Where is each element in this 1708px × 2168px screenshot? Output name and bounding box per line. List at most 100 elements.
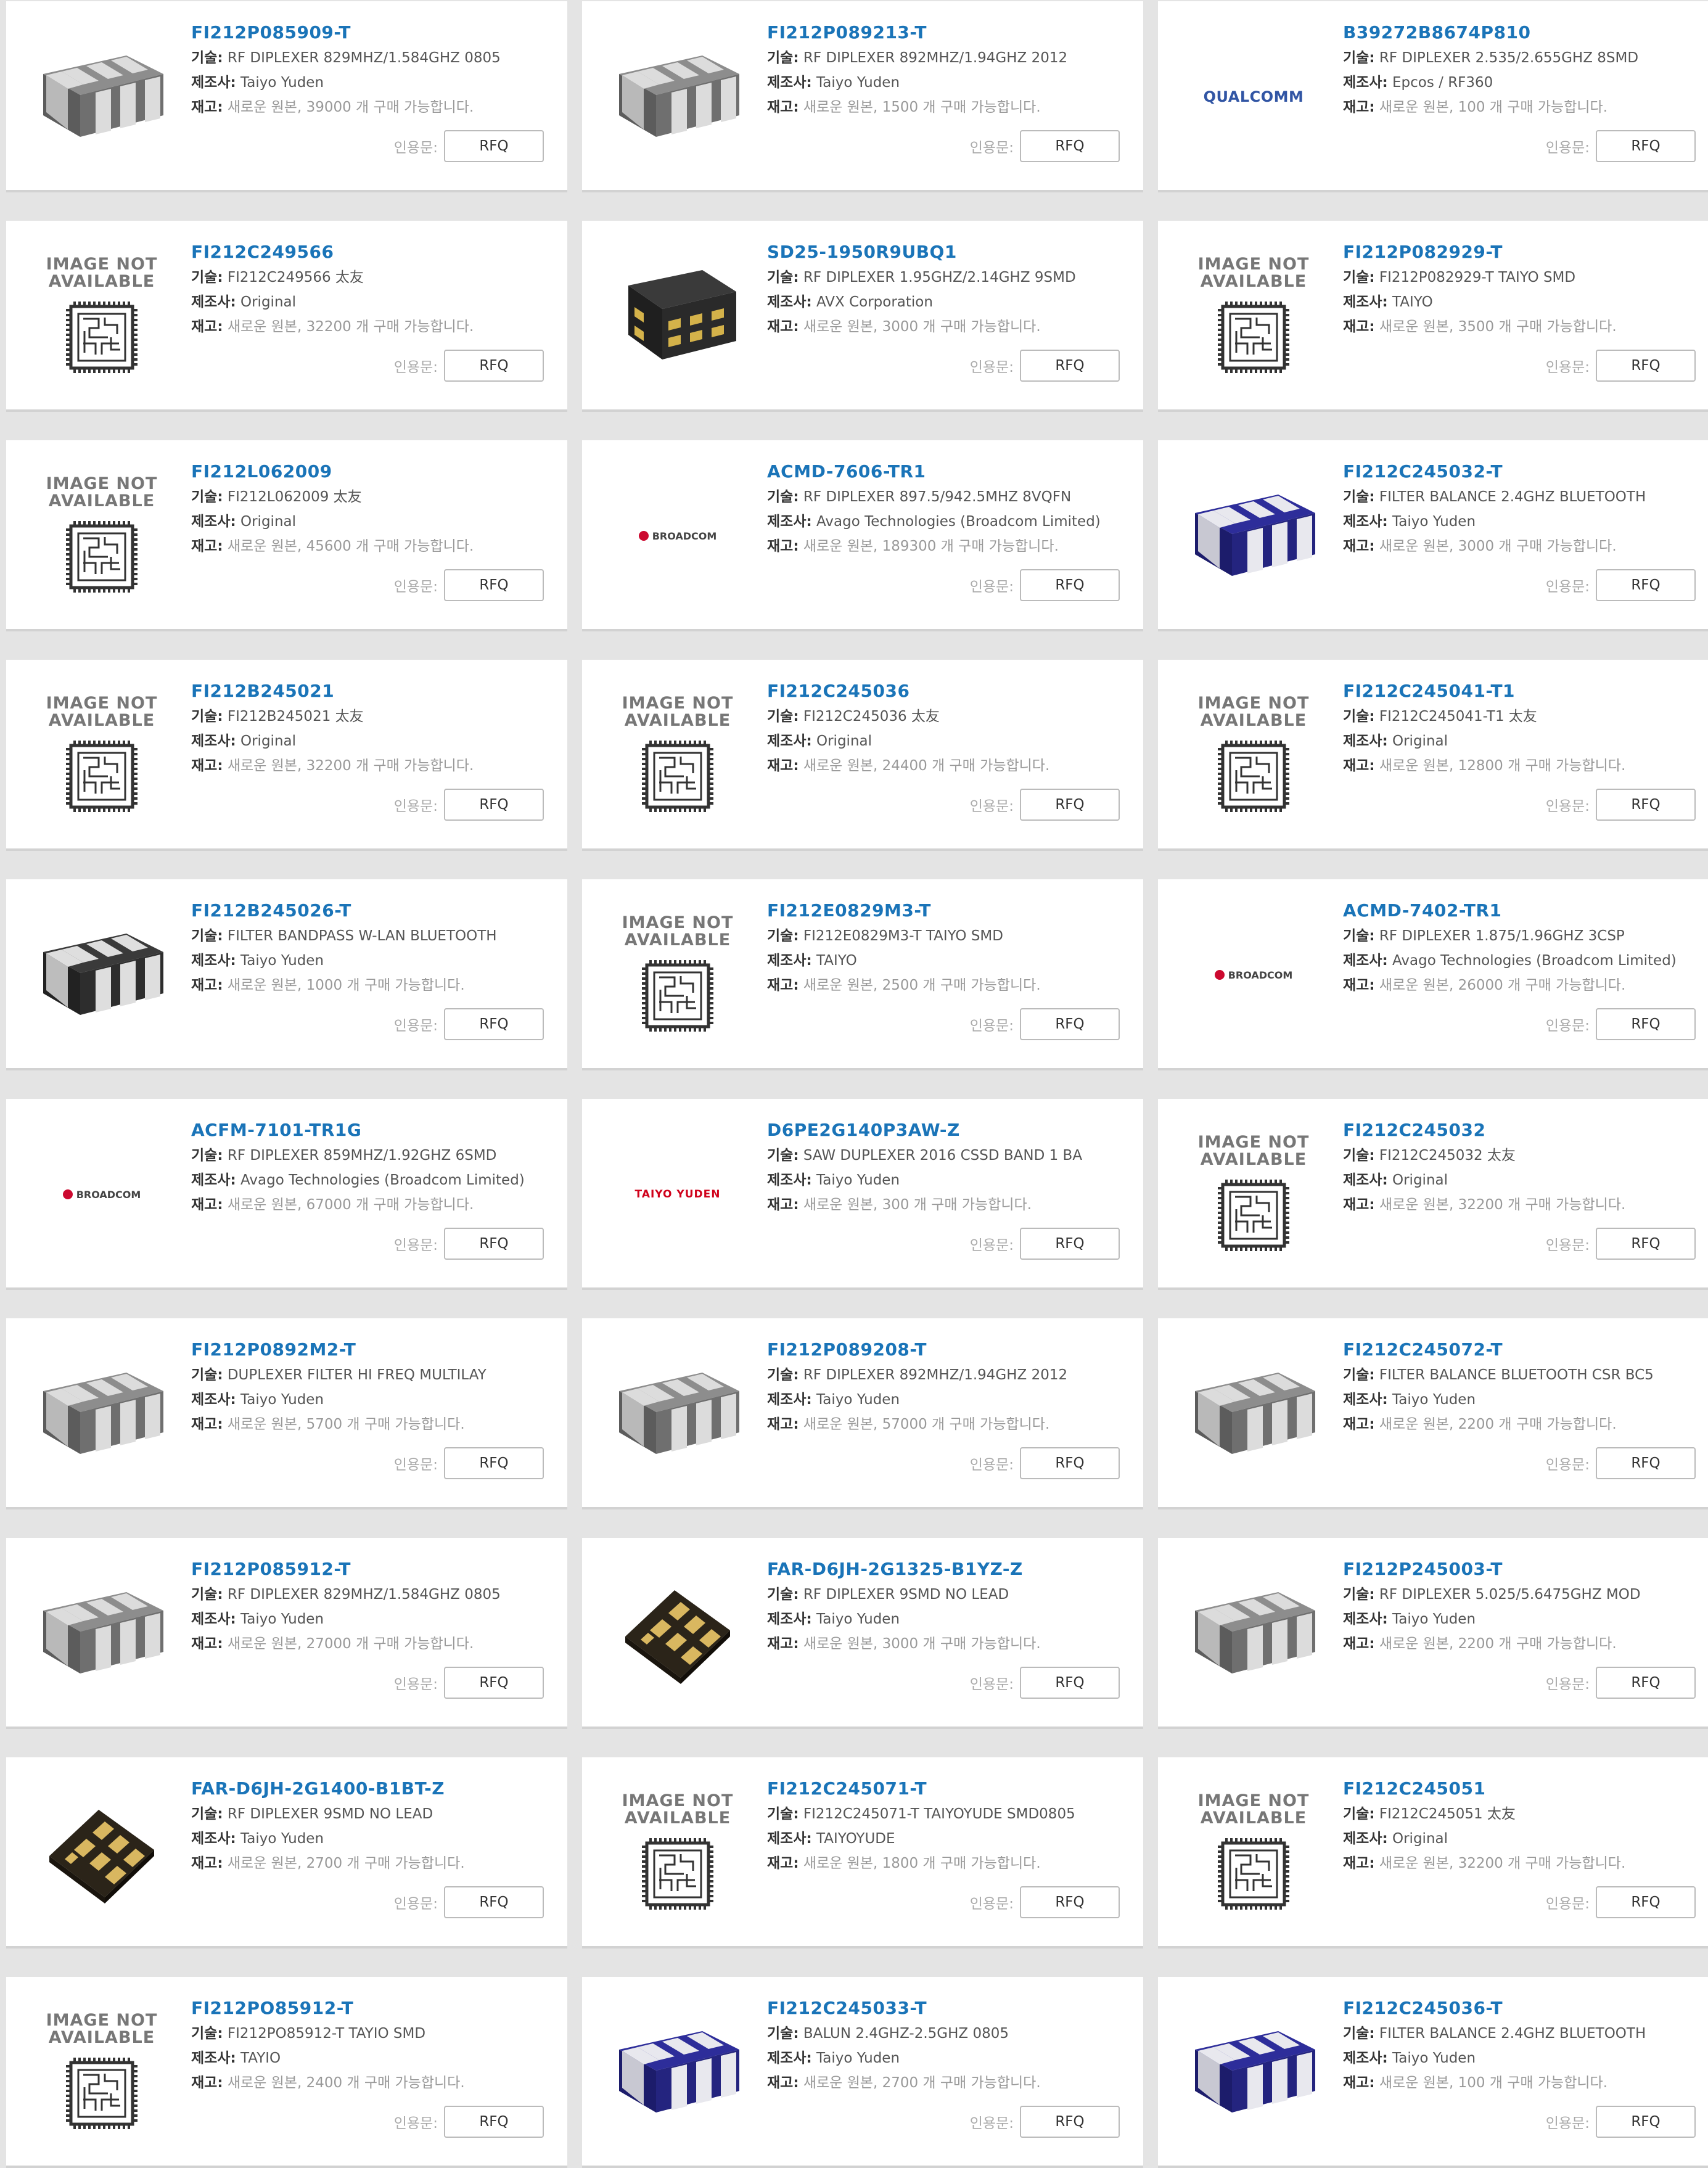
quote-label: 인용문: bbox=[969, 2116, 1014, 2132]
product-image[interactable] bbox=[607, 245, 749, 387]
product-image[interactable] bbox=[31, 904, 173, 1046]
rfq-button[interactable]: RFQ bbox=[444, 1447, 544, 1479]
part-number-link[interactable]: FAR-D6JH-2G1325-B1YZ-Z bbox=[767, 1556, 1125, 1582]
part-number-link[interactable]: FI212C249566 bbox=[191, 239, 549, 265]
product-image[interactable] bbox=[31, 26, 173, 168]
part-number-link[interactable]: B39272B8674P810 bbox=[1343, 20, 1701, 46]
part-number-link[interactable]: SD25-1950R9UBQ1 bbox=[767, 239, 1125, 265]
stock-row: 재고: 새로운 원본, 3500 개 구매 가능합니다. bbox=[1343, 314, 1701, 339]
rfq-button[interactable]: RFQ bbox=[1596, 1886, 1696, 1918]
part-number-link[interactable]: FI212C245072-T bbox=[1343, 1337, 1701, 1363]
part-number-link[interactable]: FI212C245036-T bbox=[1343, 1995, 1701, 2021]
rfq-button[interactable]: RFQ bbox=[1596, 1008, 1696, 1040]
image-not-available: IMAGE NOT AVAILABLE bbox=[1183, 1123, 1324, 1265]
rfq-button[interactable]: RFQ bbox=[1020, 1447, 1120, 1479]
maker-value: Taiyo Yuden bbox=[240, 953, 324, 969]
rfq-button[interactable]: RFQ bbox=[1596, 789, 1696, 821]
rfq-button[interactable]: RFQ bbox=[1020, 350, 1120, 382]
rfq-button[interactable]: RFQ bbox=[1020, 1228, 1120, 1260]
rfq-button[interactable]: RFQ bbox=[1020, 569, 1120, 601]
stock-label: 재고: bbox=[767, 1636, 799, 1652]
part-number-link[interactable]: FAR-D6JH-2G1400-B1BT-Z bbox=[191, 1776, 549, 1802]
tech-row: 기술: SAW DUPLEXER 2016 CSSD BAND 1 BA bbox=[767, 1143, 1125, 1168]
maker-label: 제조사: bbox=[1343, 1611, 1388, 1627]
part-number-link[interactable]: FI212C245033-T bbox=[767, 1995, 1125, 2021]
product-grid: FI212P085909-T 기술: RF DIPLEXER 829MHZ/1.… bbox=[0, 0, 1708, 2168]
part-number-link[interactable]: FI212B245026-T bbox=[191, 898, 549, 924]
part-number-link[interactable]: ACFM-7101-TR1G bbox=[191, 1117, 549, 1143]
part-number-link[interactable]: ACMD-7606-TR1 bbox=[767, 459, 1125, 485]
rfq-button[interactable]: RFQ bbox=[444, 1228, 544, 1260]
broadcom-logo: BROADCOM bbox=[31, 1123, 173, 1265]
part-number-link[interactable]: FI212C245036 bbox=[767, 678, 1125, 704]
tech-value: RF DIPLEXER 1.875/1.96GHZ 3CSP bbox=[1379, 928, 1625, 944]
part-number-link[interactable]: FI212P089213-T bbox=[767, 20, 1125, 46]
product-image[interactable] bbox=[607, 26, 749, 168]
part-number-link[interactable]: FI212P085912-T bbox=[191, 1556, 549, 1582]
product-image[interactable] bbox=[1183, 1343, 1324, 1485]
part-number-link[interactable]: FI212PO85912-T bbox=[191, 1995, 549, 2021]
part-number-link[interactable]: FI212C245041-T1 bbox=[1343, 678, 1701, 704]
part-number-link[interactable]: FI212C245032-T bbox=[1343, 459, 1701, 485]
product-image[interactable] bbox=[607, 2002, 749, 2143]
rfq-button[interactable]: RFQ bbox=[1596, 1667, 1696, 1699]
rfq-button[interactable]: RFQ bbox=[1596, 350, 1696, 382]
rfq-button[interactable]: RFQ bbox=[444, 1667, 544, 1699]
product-image[interactable] bbox=[1183, 2002, 1324, 2143]
product-card: SD25-1950R9UBQ1 기술: RF DIPLEXER 1.95GHZ/… bbox=[582, 221, 1143, 412]
rfq-button[interactable]: RFQ bbox=[1020, 1667, 1120, 1699]
rfq-button[interactable]: RFQ bbox=[1596, 130, 1696, 162]
rfq-button[interactable]: RFQ bbox=[1596, 1228, 1696, 1260]
product-image[interactable] bbox=[607, 1562, 749, 1704]
product-image[interactable] bbox=[1183, 1562, 1324, 1704]
part-number-link[interactable]: FI212P0892M2-T bbox=[191, 1337, 549, 1363]
rfq-button[interactable]: RFQ bbox=[444, 1008, 544, 1040]
part-number-link[interactable]: FI212E0829M3-T bbox=[767, 898, 1125, 924]
part-number-link[interactable]: FI212P082929-T bbox=[1343, 239, 1701, 265]
part-number-link[interactable]: FI212P085909-T bbox=[191, 20, 549, 46]
rfq-button[interactable]: RFQ bbox=[1020, 2106, 1120, 2138]
rfq-button[interactable]: RFQ bbox=[444, 2106, 544, 2138]
maker-row: 제조사: Taiyo Yuden bbox=[767, 1168, 1125, 1193]
part-number-link[interactable]: ACMD-7402-TR1 bbox=[1343, 898, 1701, 924]
rfq-button[interactable]: RFQ bbox=[444, 569, 544, 601]
rfq-button[interactable]: RFQ bbox=[1020, 789, 1120, 821]
part-number-link[interactable]: FI212C245051 bbox=[1343, 1776, 1701, 1802]
part-number-link[interactable]: FI212C245071-T bbox=[767, 1776, 1125, 1802]
product-image[interactable] bbox=[31, 1562, 173, 1704]
part-number-link[interactable]: FI212C245032 bbox=[1343, 1117, 1701, 1143]
quote-row: 인용문: RFQ bbox=[1546, 350, 1696, 382]
tech-value: FI212L062009 太友 bbox=[227, 489, 362, 505]
part-number-link[interactable]: FI212P089208-T bbox=[767, 1337, 1125, 1363]
part-number-link[interactable]: FI212L062009 bbox=[191, 459, 549, 485]
maker-value: TAYIO bbox=[240, 2050, 281, 2066]
maker-value: Original bbox=[240, 514, 297, 530]
maker-label: 제조사: bbox=[191, 294, 236, 310]
rfq-button[interactable]: RFQ bbox=[1020, 1008, 1120, 1040]
product-image[interactable] bbox=[607, 1343, 749, 1485]
rfq-button[interactable]: RFQ bbox=[444, 350, 544, 382]
part-number-link[interactable]: FI212P245003-T bbox=[1343, 1556, 1701, 1582]
product-card: FI212P245003-T 기술: RF DIPLEXER 5.025/5.6… bbox=[1158, 1538, 1708, 1729]
product-image[interactable] bbox=[1183, 465, 1324, 607]
image-not-available: IMAGE NOT AVAILABLE bbox=[607, 1782, 749, 1924]
rfq-button[interactable]: RFQ bbox=[444, 130, 544, 162]
stock-row: 재고: 새로운 원본, 100 개 구매 가능합니다. bbox=[1343, 95, 1701, 120]
maker-value: Taiyo Yuden bbox=[1392, 1392, 1476, 1408]
part-number-link[interactable]: FI212B245021 bbox=[191, 678, 549, 704]
rfq-button[interactable]: RFQ bbox=[1596, 569, 1696, 601]
maker-row: 제조사: Original bbox=[191, 509, 549, 534]
rfq-button[interactable]: RFQ bbox=[1020, 1886, 1120, 1918]
part-number-link[interactable]: D6PE2G140P3AW-Z bbox=[767, 1117, 1125, 1143]
rfq-button[interactable]: RFQ bbox=[1020, 130, 1120, 162]
product-image[interactable] bbox=[31, 1782, 173, 1924]
rfq-button[interactable]: RFQ bbox=[1596, 1447, 1696, 1479]
quote-label: 인용문: bbox=[1545, 359, 1590, 376]
rfq-button[interactable]: RFQ bbox=[444, 789, 544, 821]
rfq-button[interactable]: RFQ bbox=[1596, 2106, 1696, 2138]
rfq-button[interactable]: RFQ bbox=[444, 1886, 544, 1918]
quote-row: 인용문: RFQ bbox=[1546, 1447, 1696, 1479]
quote-row: 인용문: RFQ bbox=[970, 1447, 1120, 1479]
product-image[interactable] bbox=[31, 1343, 173, 1485]
maker-label: 제조사: bbox=[1343, 514, 1388, 530]
